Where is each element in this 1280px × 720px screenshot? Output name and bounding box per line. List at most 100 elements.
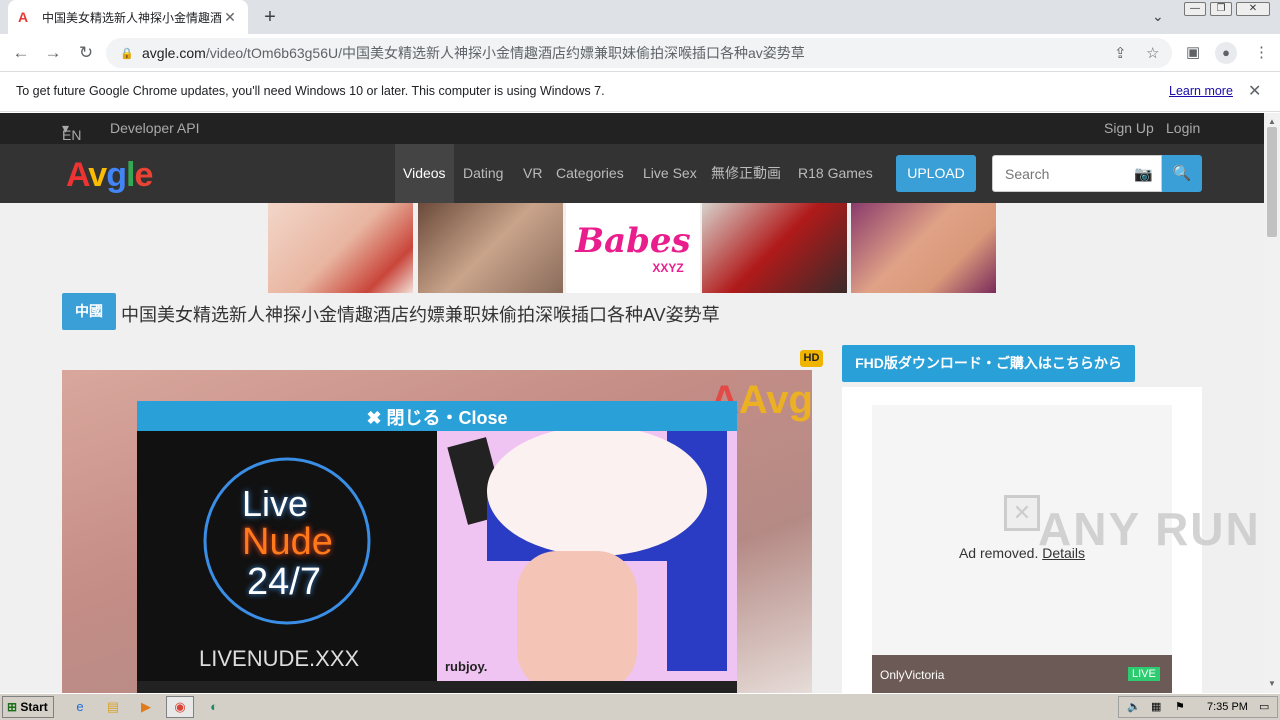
ad-thumbnail[interactable]: [702, 203, 847, 293]
livenude-line3: 24/7: [247, 561, 321, 603]
start-button[interactable]: ⊞ Start: [2, 696, 54, 718]
popup-close-button[interactable]: ✖ 閉じる・Close: [137, 401, 737, 431]
fhd-download-button[interactable]: FHD版ダウンロード・ご購入はこちらから: [842, 345, 1135, 382]
site-navbar: Avgle Videos Dating VR Categories Live S…: [0, 144, 1264, 203]
media-player-icon[interactable]: ▶: [136, 698, 156, 716]
clock[interactable]: 7:35 PM: [1207, 701, 1248, 713]
address-bar[interactable]: 🔒 avgle.com /video/tOm6b63g56U/中国美女精选新人神…: [106, 38, 1172, 68]
bookmark-star-icon[interactable]: ☆: [1146, 44, 1159, 62]
live-badge: LIVE: [1128, 667, 1160, 681]
video-title: 中国美女精选新人神探小金情趣酒店约嫖兼职妹偷拍深喉插口各种AV姿势草: [121, 305, 720, 325]
logo-letter: A: [66, 156, 89, 194]
camera-search-icon[interactable]: 📷: [1134, 165, 1153, 183]
ad-thumbnail[interactable]: [418, 203, 563, 293]
page-scrollbar[interactable]: ▲ ▼: [1264, 113, 1280, 693]
share-icon[interactable]: ⇪: [1114, 44, 1127, 62]
windows-taskbar: ⊞ Start e ▤ ▶ ◉ ◐ 🔈 ▦ ⚑ 7:35 PM ▭: [0, 693, 1280, 720]
search-icon: 🔍: [1172, 165, 1192, 182]
network-icon[interactable]: ▦: [1151, 700, 1161, 713]
watermark-text: Avgle: [738, 378, 812, 422]
flag-icon[interactable]: ⚑: [1175, 700, 1185, 713]
windows-logo-icon: ⊞: [7, 700, 18, 714]
search-button[interactable]: 🔍: [1162, 155, 1202, 192]
developer-api-link[interactable]: Developer API: [110, 120, 200, 136]
login-link[interactable]: Login: [1166, 120, 1200, 136]
show-desktop-icon[interactable]: ▭: [1259, 700, 1269, 713]
tab-close-icon[interactable]: ✕: [222, 9, 238, 26]
tab-title: 中国美女精选新人神探小金情趣酒店: [42, 10, 222, 25]
logo-letter: g: [106, 156, 127, 194]
livenude-site: LIVENUDE.XXX: [199, 646, 360, 671]
back-icon[interactable]: ←: [10, 42, 32, 64]
nav-dating[interactable]: Dating: [463, 144, 503, 203]
edge-icon[interactable]: ◐: [204, 698, 224, 716]
nav-vr[interactable]: VR: [523, 144, 542, 203]
maximize-button[interactable]: ❐: [1210, 2, 1232, 16]
system-tray: 🔈 ▦ ⚑ 7:35 PM ▭: [1118, 696, 1278, 718]
hd-badge: HD: [800, 350, 823, 367]
chrome-icon[interactable]: ◉: [166, 696, 194, 718]
sign-up-link[interactable]: Sign Up: [1104, 120, 1154, 136]
logo-letter: e: [134, 156, 153, 194]
internet-explorer-icon[interactable]: e: [70, 698, 90, 716]
ad-removed-label: Ad removed.: [958, 545, 1039, 561]
video-player[interactable]: AAvgle ✖ 閉じる・Close Live Nude 24/7 LIVENU…: [62, 370, 812, 693]
live-cam-strip[interactable]: OnlyVictoria LIVE: [872, 655, 1172, 693]
rubjoy-brand: rubjoy.: [445, 659, 488, 674]
infobar-close-icon[interactable]: ✕: [1248, 81, 1261, 101]
anyrun-watermark: ANY RUN: [1038, 503, 1261, 555]
site-favicon-icon: A: [18, 9, 29, 25]
tab-search-icon[interactable]: ⌄: [1152, 8, 1164, 25]
scrollbar-thumb[interactable]: [1267, 127, 1277, 237]
livenude-line1: Live: [242, 483, 309, 524]
nav-categories[interactable]: Categories: [556, 144, 624, 203]
ad-thumbnail[interactable]: [268, 203, 413, 293]
url-domain: avgle.com: [142, 45, 206, 61]
tab-strip: A 中国美女精选新人神探小金情趣酒店 ✕ + ⌄ — ❐ ✕: [0, 0, 1280, 34]
site-topbar: EN ▾ Developer API Sign Up Login: [0, 113, 1264, 144]
rubjoy-ad[interactable]: rubjoy.: [437, 431, 737, 681]
popup-bottom-bar: [137, 681, 737, 693]
upload-button[interactable]: UPLOAD: [896, 155, 976, 192]
reload-icon[interactable]: ↻: [75, 42, 97, 64]
logo-letter: v: [88, 156, 107, 194]
ad-thumbnail[interactable]: [851, 203, 996, 293]
scroll-down-icon[interactable]: ▼: [1268, 679, 1276, 688]
ad-babes-subtext: XXYZ: [652, 261, 684, 275]
scroll-up-icon[interactable]: ▲: [1268, 117, 1276, 126]
side-panel-icon[interactable]: ▣: [1186, 43, 1200, 61]
start-label: Start: [20, 700, 48, 714]
livenude-line2: Nude: [242, 521, 333, 563]
ad-babes-logo[interactable]: Babes XXYZ: [566, 203, 700, 293]
popup-ad-modal: ✖ 閉じる・Close Live Nude 24/7 LIVENUDE.XXX: [137, 401, 737, 693]
language-label: EN: [62, 127, 82, 143]
update-infobar: To get future Google Chrome updates, you…: [0, 72, 1280, 112]
window-close-button[interactable]: ✕: [1236, 2, 1270, 16]
learn-more-link[interactable]: Learn more: [1169, 84, 1233, 98]
broken-image-icon: ✕: [1004, 495, 1040, 531]
site-logo[interactable]: Avgle: [66, 156, 153, 195]
nav-uncensored[interactable]: 無修正動画: [711, 144, 781, 203]
live-performer-name: OnlyVictoria: [880, 668, 945, 682]
language-selector[interactable]: EN ▾: [62, 120, 81, 143]
forward-icon[interactable]: →: [42, 42, 64, 64]
menu-kebab-icon[interactable]: ⋮: [1254, 43, 1269, 61]
lock-icon: 🔒: [120, 47, 134, 60]
new-tab-button[interactable]: +: [258, 6, 282, 30]
category-badge[interactable]: 中國: [62, 293, 116, 330]
browser-toolbar: ← → ↻ 🔒 avgle.com /video/tOm6b63g56U/中国美…: [0, 34, 1280, 72]
volume-icon[interactable]: 🔈: [1127, 700, 1141, 713]
nav-r18-games[interactable]: R18 Games: [798, 144, 873, 203]
page-content: EN ▾ Developer API Sign Up Login Avgle V…: [0, 113, 1264, 693]
infobar-message: To get future Google Chrome updates, you…: [16, 84, 605, 98]
nav-videos[interactable]: Videos: [395, 144, 454, 203]
url-path: /video/tOm6b63g56U/中国美女精选新人神探小金情趣酒店约嫖兼职妹…: [205, 45, 805, 61]
profile-avatar-icon[interactable]: ●: [1215, 42, 1237, 64]
file-explorer-icon[interactable]: ▤: [103, 698, 123, 716]
nav-live-sex[interactable]: Live Sex: [643, 144, 697, 203]
livenude-ad[interactable]: Live Nude 24/7 LIVENUDE.XXX: [137, 431, 437, 681]
minimize-button[interactable]: —: [1184, 2, 1206, 16]
ad-babes-text: Babes: [575, 221, 691, 261]
rubjoy-ad-graphic: [447, 431, 727, 681]
browser-tab[interactable]: A 中国美女精选新人神探小金情趣酒店 ✕: [8, 0, 248, 34]
